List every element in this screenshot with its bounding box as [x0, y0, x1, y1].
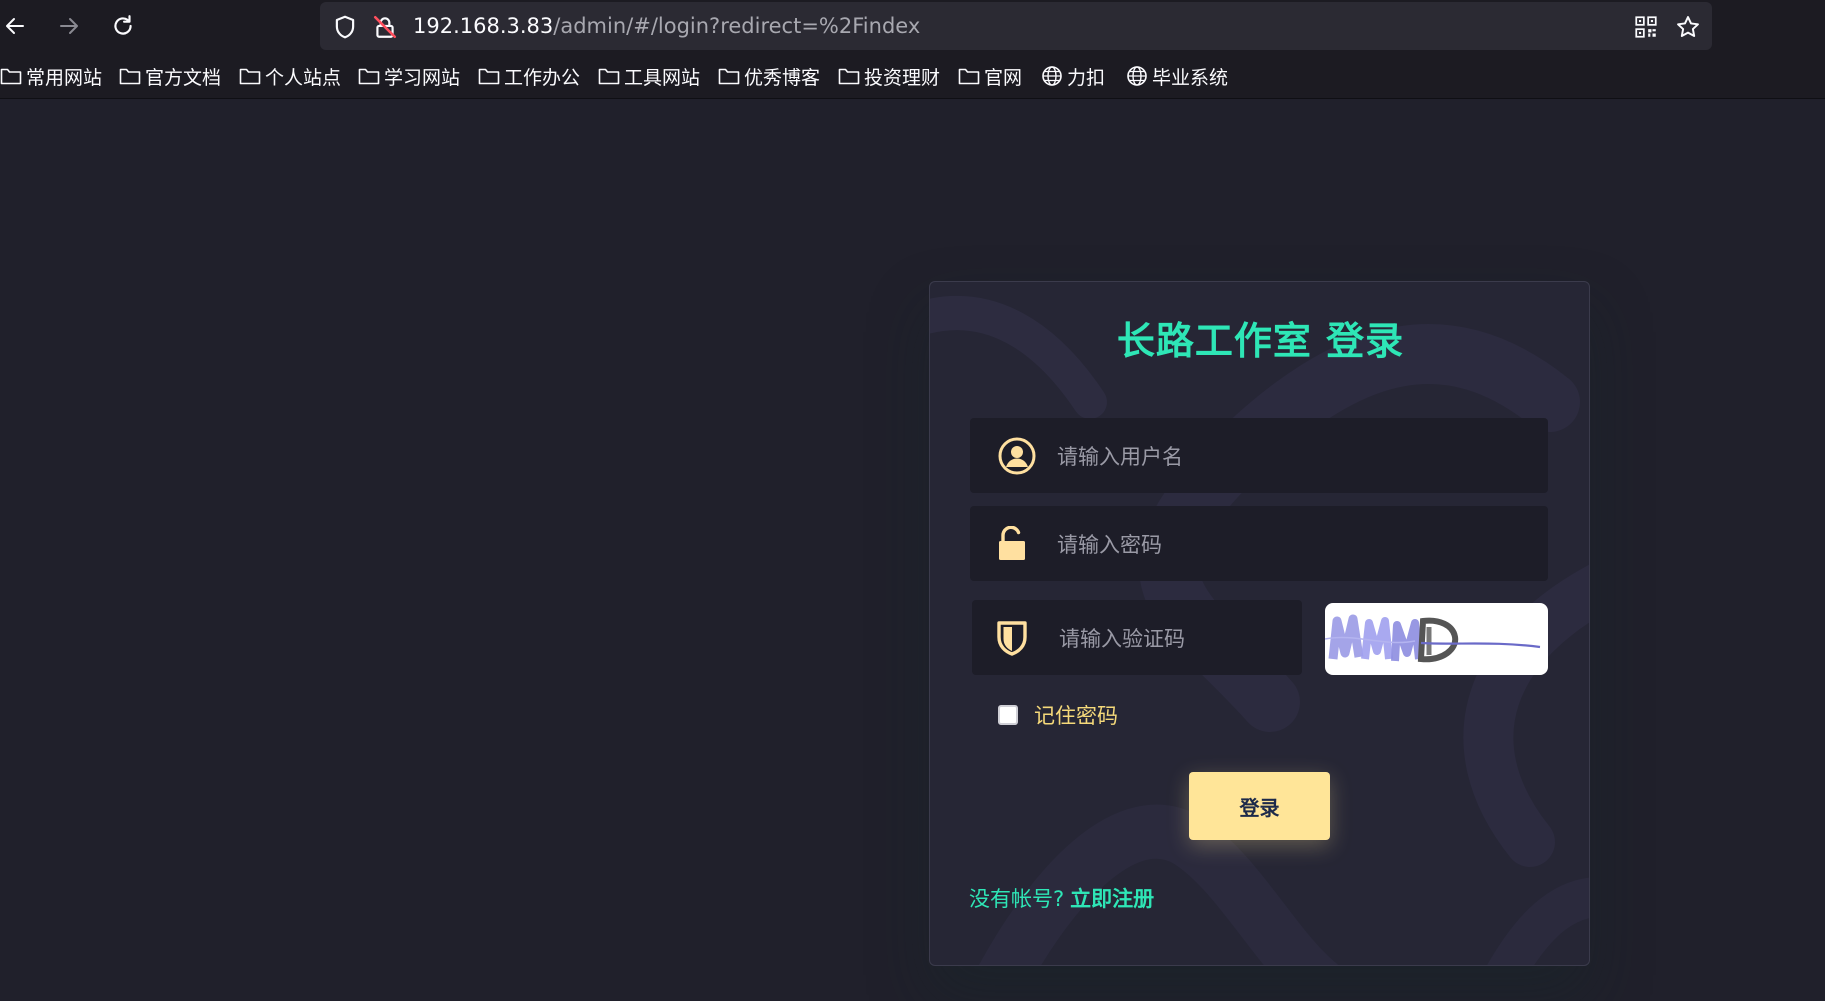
captcha-placeholder: 请输入验证码 — [1059, 626, 1185, 651]
bookmark-label: 工作办公 — [504, 66, 581, 89]
shield-icon[interactable] — [332, 14, 358, 40]
qr-code-icon[interactable] — [1633, 14, 1659, 40]
globe-icon — [1042, 66, 1062, 86]
username-field[interactable]: 请输入用户名 — [970, 418, 1548, 493]
arrow-right-icon — [60, 18, 78, 34]
bookmark-folder-工具网站[interactable]: 工具网站 — [598, 63, 700, 89]
folder-icon — [718, 68, 740, 85]
captcha-image[interactable] — [1325, 603, 1548, 675]
bookmark-label: 优秀博客 — [744, 66, 821, 89]
captcha-graphic — [1325, 614, 1541, 663]
address-bar[interactable]: 192.168.3.83/admin/#/login?redirect=%2Fi… — [320, 2, 1712, 50]
bookmark-link-力扣[interactable]: 力扣 — [1041, 63, 1105, 89]
remember-password[interactable]: 记住密码 — [998, 700, 1118, 730]
bookmark-label: 投资理财 — [864, 66, 941, 89]
username-placeholder: 请输入用户名 — [1057, 444, 1183, 469]
back-button[interactable] — [0, 8, 33, 44]
folder-icon — [478, 68, 500, 85]
folder-icon — [958, 68, 980, 85]
arrow-left-icon — [6, 18, 24, 34]
bookmark-label: 个人站点 — [265, 66, 342, 89]
reload-button[interactable] — [105, 8, 141, 44]
bookmark-folder-投资理财[interactable]: 投资理财 — [838, 63, 940, 89]
captcha-field[interactable]: 请输入验证码 — [972, 600, 1302, 675]
register-prompt: 没有帐号? — [969, 887, 1065, 911]
register-row: 没有帐号? 立即注册 — [969, 883, 1154, 913]
url-host: 192.168.3.83 — [413, 14, 554, 38]
url-path: /admin/#/login?redirect=%2Findex — [553, 14, 921, 38]
bookmark-label: 官方文档 — [145, 66, 222, 89]
bookmark-label: 工具网站 — [624, 66, 701, 89]
login-title: 长路工作室 登录 — [1116, 319, 1405, 363]
folder-icon — [358, 68, 380, 85]
unlock-icon — [999, 525, 1025, 560]
folder-icon — [239, 68, 261, 85]
bookmark-folder-官方文档[interactable]: 官方文档 — [119, 63, 221, 89]
bookmark-folder-官网[interactable]: 官网 — [958, 63, 1022, 89]
folder-icon — [119, 68, 141, 85]
star-icon[interactable] — [1675, 14, 1701, 40]
bookmark-label: 常用网站 — [26, 66, 103, 89]
folder-icon — [838, 68, 860, 85]
globe-icon — [1127, 66, 1147, 86]
insecure-lock-icon[interactable] — [372, 14, 398, 40]
forward-button[interactable] — [51, 8, 87, 44]
folder-icon — [0, 68, 22, 85]
remember-checkbox[interactable] — [998, 705, 1018, 725]
url-text[interactable]: 192.168.3.83/admin/#/login?redirect=%2Fi… — [413, 13, 920, 39]
password-field[interactable]: 请输入密码 — [970, 506, 1548, 581]
browser-toolbar: 192.168.3.83/admin/#/login?redirect=%2Fi… — [0, 0, 1825, 52]
bookmarks-bar: 常用网站 官方文档 个人站点 学习网站 工作办公 工具网站 优秀博客 投资理财 … — [0, 52, 1825, 99]
reload-icon — [114, 15, 132, 35]
login-button[interactable]: 登录 — [1189, 772, 1330, 840]
password-placeholder: 请输入密码 — [1057, 532, 1162, 557]
bookmark-folder-学习网站[interactable]: 学习网站 — [358, 63, 460, 89]
bookmark-folder-个人站点[interactable]: 个人站点 — [239, 63, 341, 89]
remember-label: 记住密码 — [1034, 704, 1118, 728]
user-circle-icon — [998, 437, 1036, 474]
shield-code-icon — [997, 620, 1027, 656]
bookmark-label: 官网 — [984, 66, 1023, 89]
login-card: 长路工作室 登录 请输入用户名 请输入密码 请输入验证码 记住密码 登录 没有帐… — [929, 281, 1590, 966]
bookmark-label: 力扣 — [1067, 66, 1106, 89]
bookmark-folder-常用网站[interactable]: 常用网站 — [0, 63, 102, 89]
bookmark-label: 毕业系统 — [1152, 66, 1229, 89]
bookmark-folder-优秀博客[interactable]: 优秀博客 — [718, 63, 820, 89]
bookmark-label: 学习网站 — [384, 66, 461, 89]
bookmark-link-毕业系统[interactable]: 毕业系统 — [1126, 63, 1228, 89]
bookmark-folder-工作办公[interactable]: 工作办公 — [478, 63, 580, 89]
folder-icon — [598, 68, 620, 85]
register-link[interactable]: 立即注册 — [1070, 887, 1154, 911]
